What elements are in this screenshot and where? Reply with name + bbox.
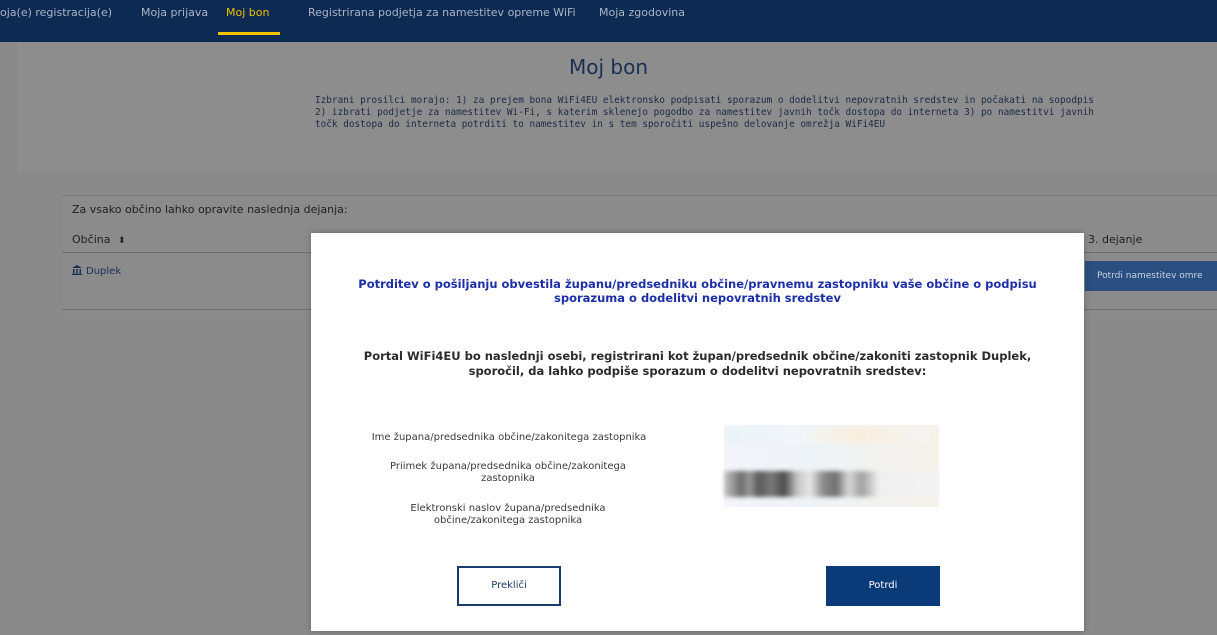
nav-item-my-voucher[interactable]: Moj bon bbox=[226, 6, 269, 19]
confirm-button[interactable]: Potrdi bbox=[826, 566, 940, 606]
modal-title: Potrditev o pošiljanju obvestila županu/… bbox=[358, 277, 1037, 305]
nav-item-registered-companies[interactable]: Registrirana podjetja za namestitev opre… bbox=[308, 6, 576, 19]
label-representative-name: Ime župana/predsednika občine/zakonitega… bbox=[371, 432, 647, 443]
town-hall-icon bbox=[72, 265, 82, 275]
nav-item-my-history[interactable]: Moja zgodovina bbox=[599, 6, 685, 19]
label-representative-surname: Priimek župana/predsednika občine/zakoni… bbox=[390, 461, 626, 484]
actions-caption: Za vsako občino lahko opravite naslednja… bbox=[72, 203, 348, 216]
municipality-name: Duplek bbox=[86, 266, 122, 277]
column-header-label: Občina bbox=[72, 233, 111, 246]
top-navigation-bar: oja(e) registracija(e) Moja prijava Moj … bbox=[0, 0, 1217, 42]
redacted-representative-details bbox=[724, 425, 939, 507]
label-representative-email: Elektronski naslov župana/predsednika ob… bbox=[410, 503, 606, 526]
active-tab-indicator bbox=[218, 32, 280, 35]
table-row-municipality[interactable]: Duplek bbox=[72, 265, 121, 277]
modal-body-text: Portal WiFi4EU bo naslednji osebi, regis… bbox=[363, 349, 1032, 378]
column-header-step3: 3. dejanje bbox=[1088, 233, 1143, 246]
nav-item-registrations[interactable]: oja(e) registracija(e) bbox=[0, 6, 112, 19]
confirm-installation-button[interactable]: Potrdi namestitev omre bbox=[1085, 261, 1217, 291]
confirmation-modal: Potrditev o pošiljanju obvestila županu/… bbox=[311, 233, 1084, 631]
column-header-municipality[interactable]: Občina ⬍ bbox=[72, 233, 126, 246]
sort-icon[interactable]: ⬍ bbox=[118, 236, 126, 246]
nav-item-my-application[interactable]: Moja prijava bbox=[141, 6, 208, 19]
cancel-button[interactable]: Prekliči bbox=[457, 566, 561, 606]
intro-text: Izbrani prosilci morajo: 1) za prejem bo… bbox=[315, 95, 1094, 130]
page-title: Moj bon bbox=[568, 55, 648, 79]
